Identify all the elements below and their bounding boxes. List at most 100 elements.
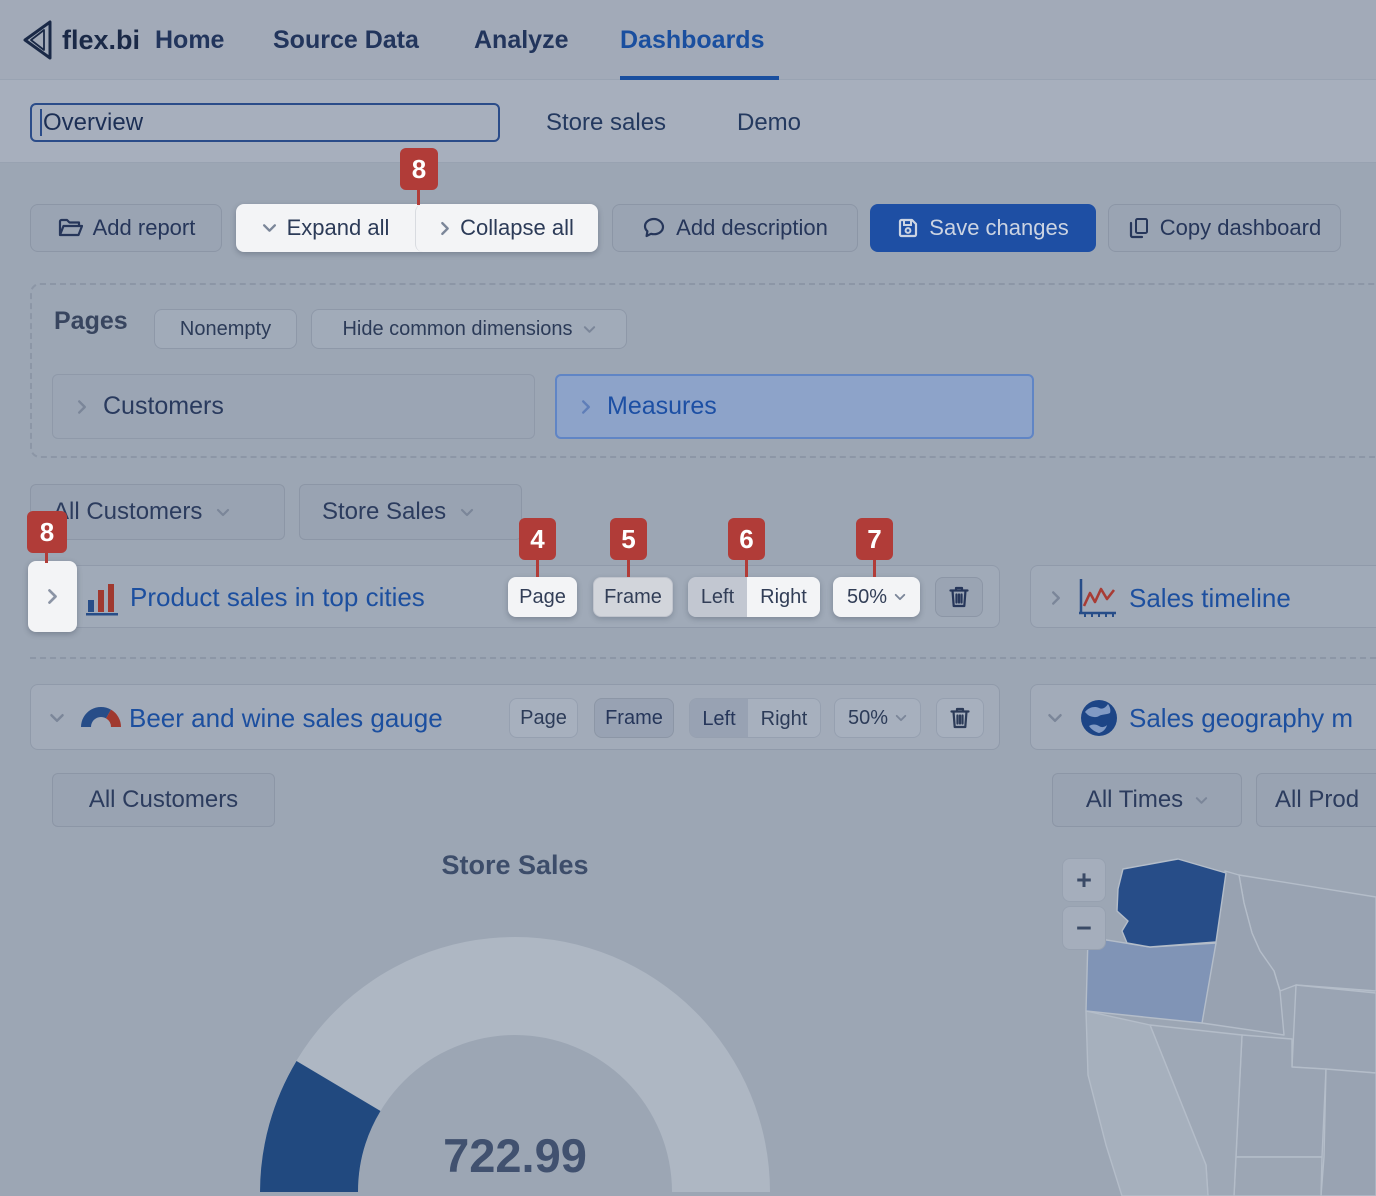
delete-report-button[interactable] — [936, 698, 984, 738]
map-filter-all-products[interactable]: All Prod — [1256, 773, 1376, 827]
annotation-marker-4: 4 — [519, 518, 556, 560]
dimension-measures-label: Measures — [607, 392, 717, 421]
nav-item-home[interactable]: Home — [155, 26, 224, 55]
left-button[interactable]: Left — [688, 577, 747, 617]
nonempty-button[interactable]: Nonempty — [154, 309, 297, 349]
chevron-down-icon[interactable] — [49, 713, 65, 723]
add-description-button[interactable]: Add description — [612, 204, 858, 252]
globe-icon — [1079, 698, 1119, 738]
speech-bubble-icon — [642, 216, 666, 240]
chevron-down-icon — [1195, 796, 1208, 805]
save-icon — [897, 217, 919, 239]
map-zoom-out-button[interactable]: − — [1062, 906, 1106, 950]
collapse-all-button[interactable]: Collapse all — [415, 204, 598, 252]
nav-item-source-data[interactable]: Source Data — [273, 26, 419, 55]
text-caret — [40, 109, 42, 136]
add-report-button[interactable]: Add report — [30, 204, 222, 252]
annotation-marker-5: 5 — [610, 518, 647, 560]
right-button[interactable]: Right — [747, 577, 820, 617]
report-expand-button[interactable] — [28, 561, 77, 632]
chevron-right-icon — [77, 399, 87, 415]
copy-dashboard-button[interactable]: Copy dashboard — [1108, 204, 1341, 252]
state-washington — [1117, 859, 1226, 947]
state-arizona — [1234, 1157, 1322, 1196]
chevron-down-icon — [262, 223, 277, 233]
bar-chart-icon — [86, 578, 120, 616]
report-row-sales-timeline: Sales timeline — [1030, 565, 1376, 628]
pages-label: Pages — [54, 307, 128, 336]
report-title-sales-timeline[interactable]: Sales timeline — [1129, 583, 1291, 614]
zoom-50-dropdown-dim[interactable]: 50% — [834, 698, 921, 738]
map-zoom-in-button[interactable]: + — [1062, 858, 1106, 902]
tab-demo[interactable]: Demo — [737, 109, 801, 137]
zoom-50-dropdown[interactable]: 50% — [833, 577, 920, 617]
collapse-all-label: Collapse all — [460, 215, 574, 241]
chevron-right-icon[interactable] — [1051, 590, 1061, 606]
all-customers-dropdown[interactable]: All Customers — [30, 484, 285, 540]
nav-item-dashboards[interactable]: Dashboards — [620, 26, 764, 55]
dimension-button-measures[interactable]: Measures — [555, 374, 1034, 439]
annotation-marker-8-left: 8 — [27, 511, 67, 553]
right-button[interactable]: Right — [748, 699, 820, 738]
chevron-down-icon — [460, 508, 474, 517]
zoom-50-label: 50% — [847, 586, 887, 609]
annotation-marker-6: 6 — [728, 518, 765, 560]
tab-store-sales[interactable]: Store sales — [546, 109, 666, 137]
copy-icon — [1128, 216, 1150, 240]
pages-panel: Pages Nonempty Hide common dimensions Cu… — [30, 283, 1376, 458]
left-button[interactable]: Left — [690, 699, 748, 738]
hide-common-dimensions-label: Hide common dimensions — [342, 318, 572, 341]
page-button[interactable]: Page — [508, 577, 577, 617]
frame-button-dim[interactable]: Frame — [594, 698, 674, 738]
save-changes-button[interactable]: Save changes — [870, 204, 1096, 252]
hide-common-dimensions-dropdown[interactable]: Hide common dimensions — [311, 309, 627, 349]
chevron-down-icon — [894, 593, 906, 601]
map-filter-all-times[interactable]: All Times — [1052, 773, 1242, 827]
annotation-stem — [417, 190, 420, 205]
gauge-icon — [81, 705, 121, 729]
report-row-sales-geography: Sales geography m — [1030, 684, 1376, 750]
report-title-product-sales[interactable]: Product sales in top cities — [130, 582, 425, 613]
delete-report-button[interactable] — [935, 577, 983, 617]
brand-logo[interactable]: flex.bi — [20, 18, 140, 62]
report-title-sales-geography[interactable]: Sales geography m — [1129, 703, 1353, 734]
nonempty-label: Nonempty — [180, 318, 271, 341]
dimension-button-customers[interactable]: Customers — [52, 374, 535, 439]
frame-label: Frame — [604, 586, 662, 609]
report-row-beer-gauge: Beer and wine sales gauge Page Frame Lef… — [30, 684, 1000, 750]
gauge-chart-title: Store Sales — [315, 850, 715, 881]
dashboard-title-input[interactable]: Overview — [30, 103, 500, 142]
nav-item-analyze[interactable]: Analyze — [474, 26, 568, 55]
zoom-50-label: 50% — [848, 707, 888, 730]
add-report-label: Add report — [93, 215, 196, 241]
page-label: Page — [519, 586, 566, 609]
trash-icon — [949, 706, 971, 730]
page-button-dim[interactable]: Page — [509, 698, 578, 738]
store-sales-dropdown[interactable]: Store Sales — [299, 484, 522, 540]
gauge-value: 722.99 — [355, 1128, 675, 1183]
chevron-right-icon — [440, 221, 450, 236]
right-label: Right — [761, 708, 808, 731]
state-oregon — [1086, 937, 1216, 1023]
chevron-down-icon[interactable] — [1047, 713, 1063, 723]
frame-button[interactable]: Frame — [593, 577, 673, 617]
right-label: Right — [760, 586, 807, 609]
chevron-down-icon — [583, 325, 596, 334]
report-title-beer-gauge[interactable]: Beer and wine sales gauge — [129, 703, 443, 734]
expand-all-button[interactable]: Expand all — [236, 204, 415, 252]
chevron-right-icon — [47, 588, 58, 605]
gauge-filter-all-customers[interactable]: All Customers — [52, 773, 275, 827]
annotation-stem — [45, 553, 48, 563]
section-divider — [30, 657, 1376, 659]
trash-icon — [948, 585, 970, 609]
dashboard-tabs-bar: Overview Store sales Demo — [0, 80, 1376, 163]
left-right-segment: Left Right — [688, 577, 820, 617]
chevron-down-icon — [216, 508, 230, 517]
annotation-marker-8-top: 8 — [400, 148, 438, 190]
annotation-marker-7: 7 — [856, 518, 893, 560]
store-sales-label: Store Sales — [322, 498, 446, 526]
flexbi-logo-icon — [20, 18, 54, 62]
all-products-label: All Prod — [1275, 786, 1359, 814]
app-screen: flex.bi Home Source Data Analyze Dashboa… — [0, 0, 1376, 1196]
state-colorado — [1321, 1069, 1376, 1196]
